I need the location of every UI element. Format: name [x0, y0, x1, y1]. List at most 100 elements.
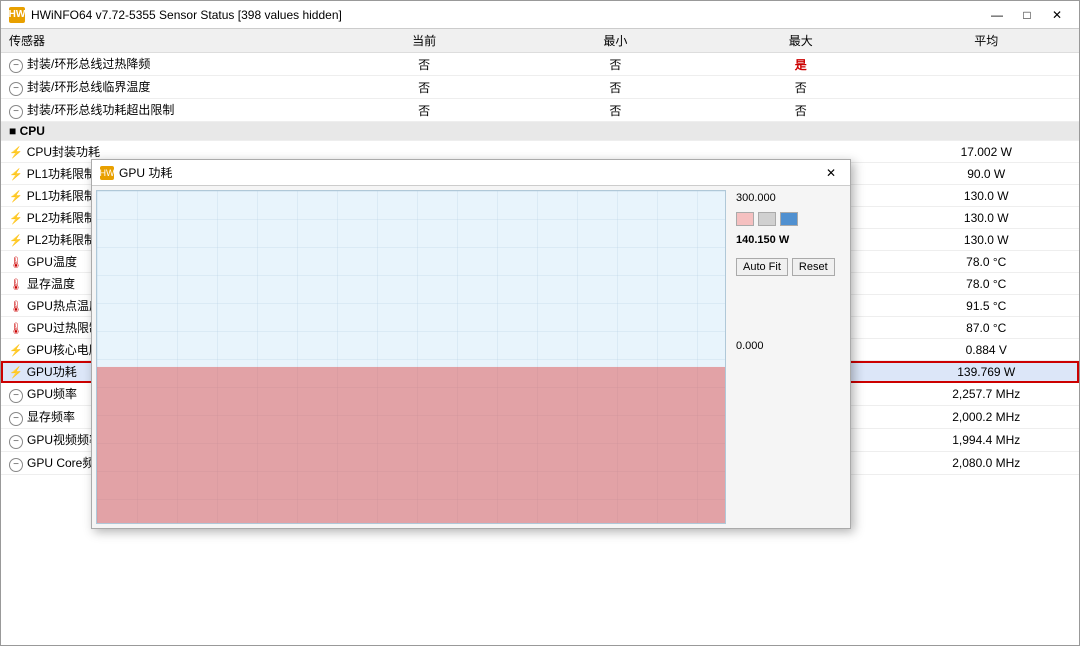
sensor-min: 否 [523, 53, 708, 76]
auto-fit-button[interactable]: Auto Fit [736, 258, 788, 276]
minus-icon: − [9, 59, 23, 73]
window-title: HWiNFO64 v7.72-5355 Sensor Status [398 v… [31, 8, 342, 22]
minus-icon: − [9, 435, 23, 449]
minus-icon: − [9, 82, 23, 96]
popup-title-text: GPU 功耗 [119, 164, 172, 181]
popup-title-left: HW GPU 功耗 [100, 164, 172, 181]
section-header: ■ CPU [1, 122, 1079, 141]
gpu-power-popup: HW GPU 功耗 ✕ [91, 159, 851, 529]
sensor-name: −封装/环形总线过热降频 [1, 53, 326, 76]
col-header-min: 最小 [523, 29, 708, 53]
title-bar: HW HWiNFO64 v7.72-5355 Sensor Status [39… [1, 1, 1079, 29]
bolt-icon: ⚡ [9, 212, 23, 225]
chart-grid-svg [97, 191, 725, 523]
sensor-current: 否 [326, 76, 523, 99]
color-box-3 [780, 212, 798, 226]
thermo-icon: 🌡 [9, 256, 23, 269]
minus-icon: − [9, 458, 23, 472]
color-box-1 [736, 212, 754, 226]
sensor-avg: 130.0 W [894, 185, 1080, 207]
sensor-avg: 2,000.2 MHz [894, 406, 1080, 429]
main-window: HW HWiNFO64 v7.72-5355 Sensor Status [39… [0, 0, 1080, 646]
sensor-name-text: 封装/环形总线临界温度 [27, 80, 150, 94]
popup-close-button[interactable]: ✕ [820, 164, 842, 182]
sensor-avg: 1,994.4 MHz [894, 429, 1080, 452]
sensor-name-text: 封装/环形总线功耗超出限制 [27, 103, 174, 117]
sensor-max: 否 [708, 76, 893, 99]
popup-title-bar: HW GPU 功耗 ✕ [92, 160, 850, 186]
sensor-avg [894, 53, 1080, 76]
maximize-button[interactable]: □ [1013, 5, 1041, 25]
sensor-name-text: 显存温度 [27, 277, 75, 291]
title-bar-left: HW HWiNFO64 v7.72-5355 Sensor Status [39… [9, 7, 342, 23]
sensor-avg: 130.0 W [894, 207, 1080, 229]
sensor-avg: 0.884 V [894, 339, 1080, 361]
sensor-max: 否 [708, 99, 893, 122]
table-row: ■ CPU [1, 122, 1079, 141]
table-row: −封装/环形总线临界温度否否否 [1, 76, 1079, 99]
thermo-icon: 🌡 [9, 322, 23, 335]
minimize-button[interactable]: — [983, 5, 1011, 25]
thermo-icon: 🌡 [9, 300, 23, 313]
color-box-2 [758, 212, 776, 226]
chart-scale-top: 300.000 [736, 192, 844, 204]
app-icon: HW [9, 7, 25, 23]
sensor-avg [894, 76, 1080, 99]
sensor-name-text: PL1功耗限制 [27, 167, 96, 181]
sensor-name: −封装/环形总线临界温度 [1, 76, 326, 99]
sensor-max: 是 [708, 53, 893, 76]
gpu-power-chart[interactable] [96, 190, 726, 524]
sensor-name-text: 封装/环形总线过热降频 [27, 57, 150, 71]
sensor-name-text: 显存频率 [27, 410, 75, 424]
max-value-red: 是 [795, 58, 807, 72]
sensor-avg: 17.002 W [894, 141, 1080, 163]
bolt-icon: ⚡ [9, 168, 23, 181]
bolt-icon: ⚡ [9, 234, 23, 247]
popup-body: 300.000 140.150 W Auto Fit Reset 0.000 [92, 186, 850, 528]
col-header-current: 当前 [326, 29, 523, 53]
sensor-avg: 78.0 °C [894, 273, 1080, 295]
thermo-icon: 🌡 [9, 278, 23, 291]
bolt-icon: ⚡ [9, 344, 23, 357]
sensor-name-text: GPU功耗 [27, 365, 77, 379]
sensor-name-text: GPU热点温度 [27, 299, 101, 313]
title-bar-controls: — □ ✕ [983, 5, 1071, 25]
sensor-current: 否 [326, 99, 523, 122]
sensor-table-container: 传感器 当前 最小 最大 平均 −封装/环形总线过热降频否否是−封装/环形总线临… [1, 29, 1079, 645]
sensor-name-text: GPU温度 [27, 255, 77, 269]
sensor-avg: 87.0 °C [894, 317, 1080, 339]
reset-button[interactable]: Reset [792, 258, 835, 276]
minus-icon: − [9, 412, 23, 426]
sensor-name: −封装/环形总线功耗超出限制 [1, 99, 326, 122]
sensor-min: 否 [523, 99, 708, 122]
sensor-current: 否 [326, 53, 523, 76]
col-header-sensor: 传感器 [1, 29, 326, 53]
sensor-avg: 139.769 W [894, 361, 1080, 383]
sensor-min: 否 [523, 76, 708, 99]
close-button[interactable]: ✕ [1043, 5, 1071, 25]
col-header-max: 最大 [708, 29, 893, 53]
bolt-icon: ⚡ [9, 146, 23, 159]
popup-app-icon: HW [100, 166, 114, 180]
sensor-name-text: GPU视频频率 [27, 433, 101, 447]
sensor-name-text: GPU核心电压 [27, 343, 101, 357]
chart-right-panel: 300.000 140.150 W Auto Fit Reset 0.000 [730, 186, 850, 528]
chart-scale-bottom: 0.000 [736, 340, 844, 352]
minus-icon: − [9, 105, 23, 119]
sensor-avg: 78.0 °C [894, 251, 1080, 273]
sensor-avg: 2,257.7 MHz [894, 383, 1080, 406]
sensor-avg: 2,080.0 MHz [894, 452, 1080, 475]
chart-buttons: Auto Fit Reset [736, 258, 844, 276]
sensor-name-text: CPU封装功耗 [27, 145, 100, 159]
bolt-icon: ⚡ [9, 190, 23, 203]
chart-current-value: 140.150 W [736, 234, 844, 246]
sensor-avg [894, 99, 1080, 122]
bolt-icon: ⚡ [9, 366, 23, 379]
chart-color-boxes [736, 212, 844, 226]
sensor-name-text: GPU频率 [27, 387, 77, 401]
sensor-avg: 90.0 W [894, 163, 1080, 185]
sensor-avg: 91.5 °C [894, 295, 1080, 317]
sensor-name-text: PL2功耗限制 [27, 211, 96, 225]
sensor-name-text: GPU过热限制 [27, 321, 101, 335]
minus-icon: − [9, 389, 23, 403]
